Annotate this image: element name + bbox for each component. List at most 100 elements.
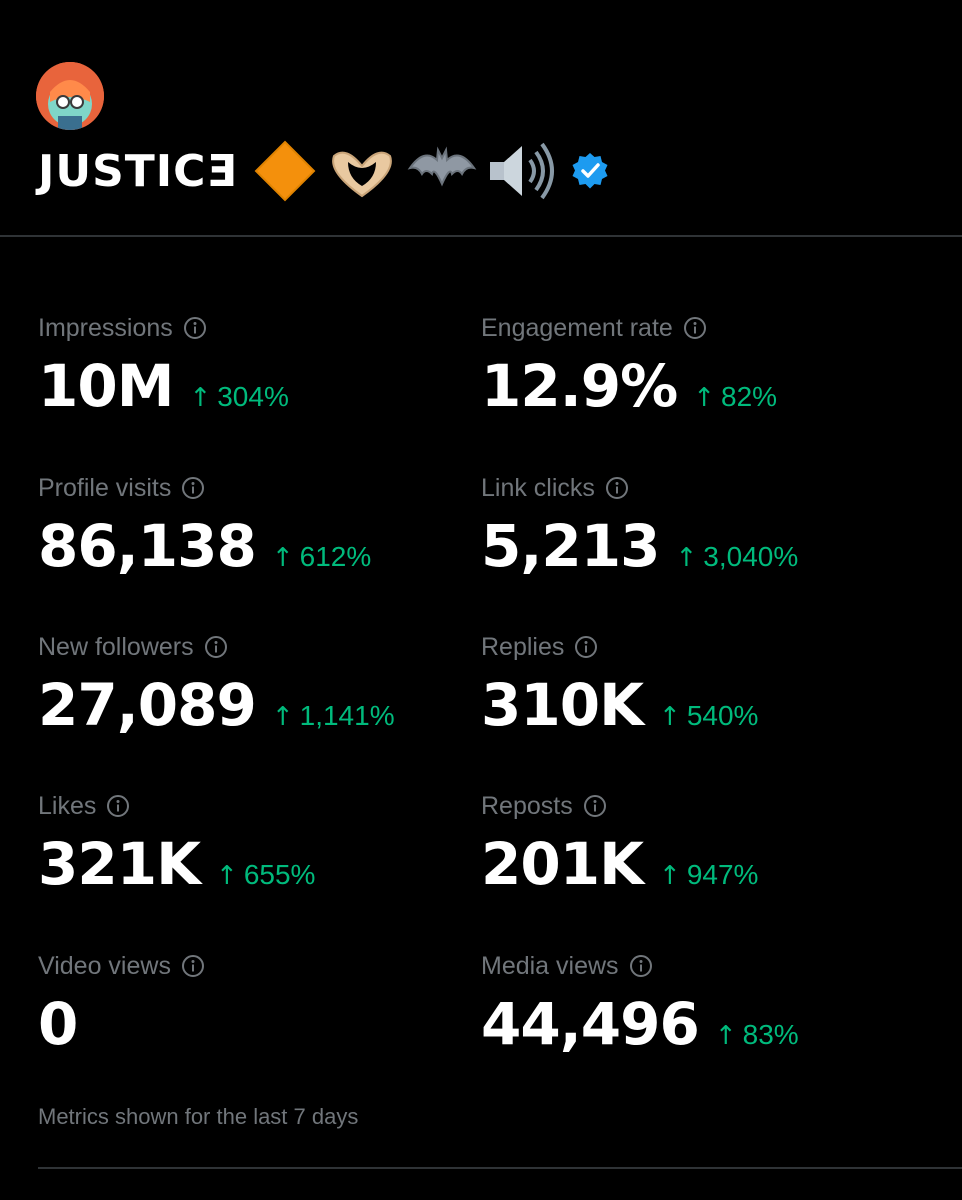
metric-value-row: 0: [38, 988, 478, 1060]
metric-value: 201K: [481, 830, 644, 898]
arrow-up-icon: ↑: [675, 543, 698, 573]
speaker-high-volume-icon: [489, 142, 554, 200]
metric-value: 12.9%: [481, 352, 678, 420]
metric-label-row: Engagement rate: [481, 308, 921, 348]
header-divider: [0, 235, 962, 237]
info-icon[interactable]: [106, 794, 130, 818]
metric-value-row: 10M ↑ 304%: [38, 350, 478, 422]
info-icon[interactable]: [629, 954, 653, 978]
metric-label-row: Video views: [38, 946, 478, 986]
metric-label-row: Reposts: [481, 786, 921, 826]
metric-change-value: 612%: [299, 541, 372, 572]
metric-value-row: 86,138 ↑ 612%: [38, 510, 478, 582]
metric-change: ↑ 304%: [189, 381, 288, 413]
metric-value: 321K: [38, 830, 201, 898]
metric-media-views: Media views 44,496 ↑ 83%: [481, 946, 921, 1086]
metric-change: ↑ 655%: [216, 859, 315, 891]
metric-value: 44,496: [481, 990, 700, 1058]
metric-label: Likes: [38, 791, 97, 820]
metric-profile-visits: Profile visits 86,138 ↑ 612%: [38, 468, 478, 608]
metric-label: Profile visits: [38, 473, 172, 502]
metric-replies: Replies 310K ↑ 540%: [481, 627, 921, 767]
metric-label-row: Impressions: [38, 308, 478, 348]
info-icon[interactable]: [583, 794, 607, 818]
metric-label-row: Likes: [38, 786, 478, 826]
arrow-up-icon: ↑: [189, 383, 212, 413]
arrow-up-icon: ↑: [216, 861, 238, 891]
orange-diamond-icon: [254, 140, 315, 202]
info-icon[interactable]: [183, 316, 207, 340]
info-icon[interactable]: [683, 316, 707, 340]
avatar[interactable]: [36, 62, 104, 130]
metric-new-followers: New followers 27,089 ↑ 1,141%: [38, 627, 478, 767]
metric-value-row: 5,213 ↑ 3,040%: [481, 510, 921, 582]
bat-icon: [407, 146, 476, 187]
metric-change: ↑ 540%: [659, 700, 758, 732]
display-name[interactable]: JUSTICƎ: [38, 146, 238, 197]
metric-value-row: 310K ↑ 540%: [481, 669, 921, 741]
arrow-up-icon: ↑: [271, 702, 294, 732]
metric-value: 310K: [481, 671, 644, 739]
metric-value: 86,138: [38, 512, 257, 580]
metric-value-row: 44,496 ↑ 83%: [481, 988, 921, 1060]
metric-change: ↑ 83%: [715, 1019, 799, 1051]
metric-label-row: Link clicks: [481, 468, 921, 508]
metric-label-row: Profile visits: [38, 468, 478, 508]
metric-change-value: 304%: [217, 381, 289, 412]
info-icon[interactable]: [181, 954, 205, 978]
metric-value-row: 27,089 ↑ 1,141%: [38, 669, 478, 741]
metric-value: 10M: [38, 352, 174, 420]
profile-header: JUSTICƎ: [0, 0, 962, 236]
metric-change: ↑ 3,040%: [675, 541, 798, 573]
arrow-up-icon: ↑: [714, 1021, 737, 1051]
info-icon[interactable]: [204, 635, 228, 659]
metric-value-row: 201K ↑ 947%: [481, 828, 921, 900]
arrow-up-icon: ↑: [659, 861, 681, 891]
metric-value-row: 321K ↑ 655%: [38, 828, 478, 900]
metric-change-value: 655%: [243, 859, 316, 890]
info-icon[interactable]: [181, 476, 205, 500]
metric-change: ↑ 612%: [272, 541, 371, 573]
metric-change-value: 540%: [686, 700, 759, 731]
metric-change: ↑ 1,141%: [272, 700, 395, 732]
info-icon[interactable]: [605, 476, 629, 500]
arrow-up-icon: ↑: [271, 543, 294, 573]
heart-hands-icon: [331, 151, 392, 198]
name-emoji-list: [252, 138, 556, 204]
footer-note: Metrics shown for the last 7 days: [38, 1104, 359, 1129]
metric-impressions: Impressions 10M ↑ 304%: [38, 308, 478, 448]
metric-label: Engagement rate: [481, 313, 673, 342]
metric-change-value: 83%: [742, 1019, 799, 1050]
metric-change-value: 3,040%: [703, 541, 799, 572]
avatar-image: [36, 62, 104, 130]
metric-change-value: 1,141%: [299, 700, 395, 731]
metric-change-value: 947%: [686, 859, 759, 890]
name-row: JUSTICƎ: [38, 138, 610, 204]
arrow-up-icon: ↑: [659, 702, 681, 732]
metric-label-row: New followers: [38, 627, 478, 667]
metric-value: 5,213: [481, 512, 660, 580]
metric-label: Video views: [38, 951, 171, 980]
metric-change-value: 82%: [721, 381, 778, 412]
metric-reposts: Reposts 201K ↑ 947%: [481, 786, 921, 926]
metric-value: 0: [38, 990, 78, 1058]
metric-link-clicks: Link clicks 5,213 ↑ 3,040%: [481, 468, 921, 608]
metric-label: Replies: [481, 632, 565, 661]
metric-label: Reposts: [481, 791, 573, 820]
metric-value-row: 12.9% ↑ 82%: [481, 350, 921, 422]
metric-video-views: Video views 0: [38, 946, 478, 1086]
metric-label: New followers: [38, 632, 194, 661]
metric-label: Media views: [481, 951, 619, 980]
metric-change: ↑ 947%: [659, 859, 758, 891]
metric-label-row: Replies: [481, 627, 921, 667]
metric-label: Link clicks: [481, 473, 595, 502]
metric-value: 27,089: [38, 671, 257, 739]
verified-badge-icon: [572, 153, 608, 189]
info-icon[interactable]: [574, 635, 598, 659]
metric-likes: Likes 321K ↑ 655%: [38, 786, 478, 926]
footer-divider: [38, 1167, 962, 1169]
arrow-up-icon: ↑: [693, 383, 716, 413]
metric-label-row: Media views: [481, 946, 921, 986]
metric-change: ↑ 82%: [693, 381, 777, 413]
metric-label: Impressions: [38, 313, 173, 342]
